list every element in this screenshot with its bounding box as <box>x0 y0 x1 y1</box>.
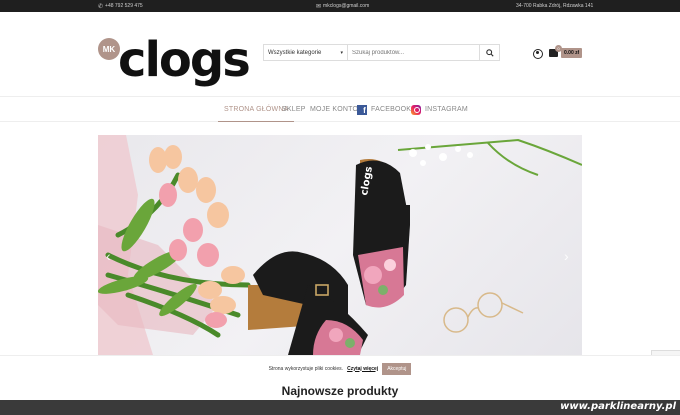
phone-icon: ✆ <box>98 3 104 10</box>
product-search: Wszystkie kategorie ▾ <box>263 44 500 61</box>
email-info[interactable]: ✉ mkclogs@gmail.com <box>316 0 369 12</box>
account-icon[interactable] <box>533 49 543 59</box>
slider-next-icon[interactable]: › <box>564 248 569 264</box>
nav-instagram[interactable]: INSTAGRAM <box>411 97 468 122</box>
nav-facebook[interactable]: f FACEBOOK <box>357 97 411 122</box>
logo-badge: MK <box>98 38 120 60</box>
hero-image: clogs <box>98 135 582 355</box>
nav-home-label: STRONA GŁÓWNA <box>224 105 289 113</box>
nav-shop[interactable]: SKLEP <box>282 97 306 122</box>
top-bar: ✆ +48 792 529 475 ✉ mkclogs@gmail.com 34… <box>0 0 680 12</box>
cookie-text: Strona wykorzystuje pliki cookies. <box>268 365 344 372</box>
cart-icon: 0 <box>549 45 562 57</box>
phone-text: +48 792 529 475 <box>105 3 143 9</box>
nav-account[interactable]: MOJE KONTO <box>310 97 358 122</box>
slider-prev-icon[interactable]: ‹ <box>106 248 111 264</box>
address-text: 34-700 Rabka Zdrój, Rdzawka 141 <box>516 3 594 9</box>
category-select[interactable]: Wszystkie kategorie ▾ <box>264 45 348 60</box>
category-value: Wszystkie kategorie <box>268 49 322 56</box>
cookie-read-more-link[interactable]: Czytaj więcej <box>347 366 378 372</box>
search-input[interactable] <box>348 45 479 60</box>
mail-icon: ✉ <box>316 3 322 10</box>
site-logo[interactable]: MK clogs <box>98 32 251 94</box>
facebook-icon: f <box>357 104 367 115</box>
watermark-text: www.parklinearny.pl <box>560 401 676 412</box>
nav-account-label: MOJE KONTO <box>310 106 359 113</box>
dropdown-arrow-icon: ▾ <box>340 49 343 56</box>
section-title: Najnowsze produkty <box>281 384 399 398</box>
logo-word: clogs <box>118 32 251 88</box>
nav-facebook-label: FACEBOOK <box>371 106 412 113</box>
search-icon <box>485 48 494 57</box>
cart-count: 0 <box>555 45 562 52</box>
email-text: mkclogs@gmail.com <box>323 3 370 9</box>
instagram-icon <box>411 104 421 115</box>
nav-shop-label: SKLEP <box>282 106 306 113</box>
cookie-bar: Strona wykorzystuje pliki cookies. Czyta… <box>0 355 680 381</box>
hero-slider: clogs ‹ › <box>98 135 582 355</box>
cart-total: 0.00 zł <box>561 48 583 58</box>
cookie-accept-button[interactable]: Akceptuj <box>382 362 412 375</box>
address-info: 34-700 Rabka Zdrój, Rdzawka 141 <box>516 0 593 12</box>
cart-button[interactable]: 0 0.00 zł <box>549 45 583 60</box>
search-button[interactable] <box>479 45 499 60</box>
nav-instagram-label: INSTAGRAM <box>425 106 468 113</box>
phone-info[interactable]: ✆ +48 792 529 475 <box>98 0 143 12</box>
main-navigation: STRONA GŁÓWNA SKLEP MOJE KONTO f FACEBOO… <box>0 96 680 122</box>
